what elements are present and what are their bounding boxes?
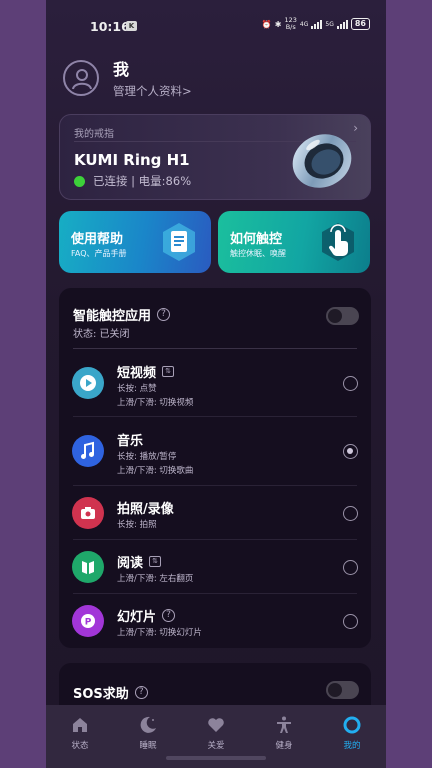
app-gesture-line: 上滑/下滑: 切换视频 (117, 398, 194, 408)
status-indicators: ⏰ ✱ 123 B/s 4G 5G 86 (262, 17, 370, 31)
ring-product-image (292, 134, 352, 188)
vibrate-tag-icon: ⇅ (149, 556, 162, 567)
alarm-icon: ⏰ (261, 19, 272, 29)
how-to-touch-subtitle: 触控休眠、唤醒 (230, 249, 286, 258)
nav-label: 健身 (275, 741, 293, 751)
status-bar: 10:16 K ⏰ ✱ 123 B/s 4G 5G 86 (46, 0, 386, 52)
manual-document-icon (163, 223, 195, 261)
sos-toggle[interactable] (326, 681, 359, 699)
app-row-short-video[interactable]: 短视频 ⇅ 长按: 点赞 上滑/下滑: 切换视频 (59, 349, 371, 417)
bluetooth-icon: ✱ (274, 19, 282, 29)
status-time: 10:16 (90, 19, 130, 34)
battery-icon: 86 (350, 18, 370, 30)
signal-1-icon (311, 19, 323, 29)
app-radio[interactable] (343, 560, 358, 575)
smart-touch-title: 智能触控应用 ? (73, 305, 171, 324)
smart-touch-toggle[interactable] (326, 307, 359, 325)
how-to-touch-tile[interactable]: 如何触控 触控休眠、唤醒 (218, 211, 370, 273)
profile-name: 我 (113, 60, 130, 79)
signal-1-label: 4G (299, 20, 309, 28)
smart-touch-title-text: 智能触控应用 (73, 309, 152, 324)
signal-2-icon (336, 19, 348, 29)
app-gesture-line: 长按: 播放/暂停 (117, 452, 177, 462)
ring-profile-icon (343, 716, 361, 734)
app-gesture-line: 长按: 拍照 (117, 520, 157, 530)
app-gesture-line: 上滑/下滑: 切换歌曲 (117, 466, 194, 476)
smart-touch-status: 状态: 已关闭 (73, 329, 130, 340)
profile-header[interactable]: 我 管理个人资料> (63, 56, 192, 99)
nav-label: 睡眠 (139, 741, 157, 751)
usage-help-tile[interactable]: 使用帮助 FAQ、产品手册 (59, 211, 211, 273)
usage-help-title: 使用帮助 (71, 232, 124, 247)
fitness-icon (277, 716, 291, 733)
book-icon (72, 551, 104, 583)
camera-icon (72, 497, 104, 529)
phone-screen: 10:16 K ⏰ ✱ 123 B/s 4G 5G 86 我 管理个人资料> 我… (46, 0, 386, 768)
ring-device-name: KUMI Ring H1 (74, 151, 190, 169)
nav-status[interactable]: 状态 (46, 705, 114, 768)
heart-icon (208, 718, 224, 732)
app-radio[interactable] (343, 376, 358, 391)
help-icon[interactable]: ? (162, 609, 176, 622)
app-name: 音乐 (117, 434, 144, 449)
ring-status: 已连接 | 电量:86% (74, 173, 191, 189)
app-name: 拍照/录像 (117, 502, 174, 517)
my-ring-card[interactable]: 我的戒指 › KUMI Ring H1 已连接 | 电量:86% (59, 114, 371, 200)
touch-gesture-icon (322, 223, 354, 261)
app-gesture-line: 上滑/下滑: 切换幻灯片 (117, 628, 202, 638)
notification-app-icon: K (126, 21, 137, 31)
app-name: 幻灯片 ? (117, 606, 176, 625)
slides-icon: P (72, 605, 104, 637)
smart-touch-panel: 智能触控应用 ? 状态: 已关闭 短视频 ⇅ 长按: 点赞 上滑/下滑: 切换视… (59, 288, 371, 648)
app-name: 短视频 ⇅ (117, 362, 175, 381)
usage-help-subtitle: FAQ、产品手册 (71, 249, 127, 258)
app-row-reading[interactable]: 阅读 ⇅ 上滑/下滑: 左右翻页 (59, 540, 371, 594)
app-row-music[interactable]: 音乐 长按: 播放/暂停 上滑/下滑: 切换歌曲 (59, 417, 371, 486)
home-icon (73, 718, 87, 732)
sos-title: SOS求助 ? (73, 683, 148, 702)
help-icon[interactable]: ? (134, 686, 148, 699)
play-icon (72, 367, 104, 399)
avatar[interactable] (63, 59, 99, 96)
app-radio[interactable] (343, 614, 358, 629)
vibrate-tag-icon: ⇅ (162, 366, 175, 377)
how-to-touch-title: 如何触控 (230, 232, 283, 247)
connected-dot-icon (74, 175, 85, 187)
nav-label: 关爱 (207, 741, 225, 751)
svg-text:P: P (85, 618, 92, 628)
app-row-slides[interactable]: P 幻灯片 ? 上滑/下滑: 切换幻灯片 (59, 594, 371, 648)
help-icon[interactable]: ? (157, 308, 171, 321)
app-radio-selected[interactable] (343, 444, 358, 459)
signal-2-label: 5G (325, 20, 334, 28)
net-speed: 123 B/s (284, 16, 297, 31)
music-note-icon (72, 435, 104, 467)
app-gesture-line: 长按: 点赞 (117, 384, 157, 394)
user-icon (72, 68, 92, 89)
app-gesture-line: 上滑/下滑: 左右翻页 (117, 574, 194, 584)
nav-label: 我的 (343, 741, 361, 751)
ring-status-text: 已连接 | 电量:86% (93, 174, 192, 188)
nav-mine[interactable]: 我的 (318, 705, 386, 768)
ring-card-title: 我的戒指 (74, 129, 114, 140)
moon-icon (140, 716, 156, 733)
manage-profile-link[interactable]: 管理个人资料> (113, 83, 192, 99)
home-indicator[interactable] (166, 756, 266, 760)
app-name: 阅读 ⇅ (117, 552, 162, 571)
app-radio[interactable] (343, 506, 358, 521)
app-row-camera[interactable]: 拍照/录像 长按: 拍照 (59, 486, 371, 540)
nav-label: 状态 (71, 741, 89, 751)
